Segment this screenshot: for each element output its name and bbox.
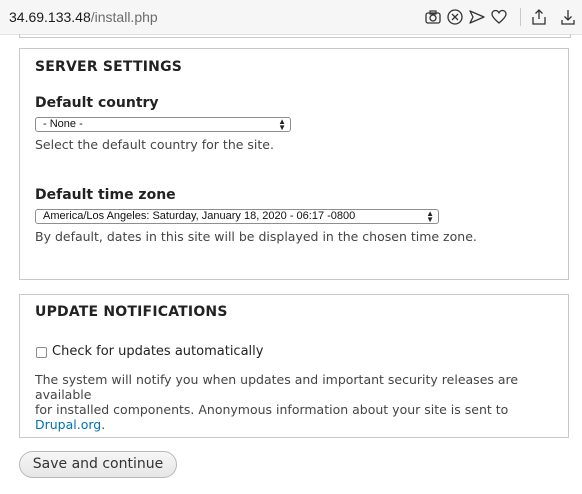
update-description-text: for installed components. Anonymous info… (35, 402, 509, 417)
camera-icon[interactable] (424, 8, 442, 26)
default-country-select[interactable]: - None - ▲ ▼ (35, 117, 291, 132)
update-notifications-legend: UPDATE NOTIFICATIONS (35, 304, 228, 320)
heart-icon[interactable] (490, 8, 508, 26)
check-updates-label[interactable]: Check for updates automatically (52, 344, 263, 359)
close-circle-icon[interactable] (446, 8, 464, 26)
share-icon[interactable] (530, 8, 548, 26)
download-icon[interactable] (559, 8, 577, 26)
update-description-end: . (101, 417, 106, 432)
default-country-value: - None - (43, 118, 83, 130)
url-path: /install.php (90, 9, 158, 25)
server-settings-legend: SERVER SETTINGS (35, 59, 183, 75)
default-timezone-label: Default time zone (35, 187, 176, 203)
previous-fieldset-edge (19, 34, 571, 38)
select-arrows-icon: ▲ ▼ (278, 117, 286, 132)
default-timezone-description: By default, dates in this site will be d… (35, 229, 477, 244)
update-description-line2: for installed components. Anonymous info… (35, 402, 568, 432)
default-country-label: Default country (35, 95, 159, 111)
drupal-org-link[interactable]: Drupal.org (35, 417, 101, 432)
save-and-continue-button[interactable]: Save and continue (19, 451, 177, 478)
default-timezone-select[interactable]: America/Los Angeles: Saturday, January 1… (35, 209, 439, 224)
update-notifications-fieldset: UPDATE NOTIFICATIONS Check for updates a… (19, 294, 569, 438)
default-country-description: Select the default country for the site. (35, 137, 274, 152)
update-description-line1: The system will notify you when updates … (35, 372, 519, 402)
url-host: 34.69.133.48 (9, 9, 91, 25)
default-timezone-value: America/Los Angeles: Saturday, January 1… (43, 210, 356, 222)
toolbar-separator (520, 8, 521, 26)
update-notifications-description: The system will notify you when updates … (35, 372, 568, 432)
address-bar[interactable]: 34.69.133.48/install.php (9, 9, 158, 25)
browser-toolbar: 34.69.133.48/install.php (0, 0, 582, 35)
check-updates-checkbox[interactable] (36, 347, 47, 358)
server-settings-fieldset: SERVER SETTINGS Default country - None -… (19, 48, 569, 280)
select-arrows-icon: ▲ ▼ (426, 209, 434, 224)
send-icon[interactable] (468, 8, 486, 26)
